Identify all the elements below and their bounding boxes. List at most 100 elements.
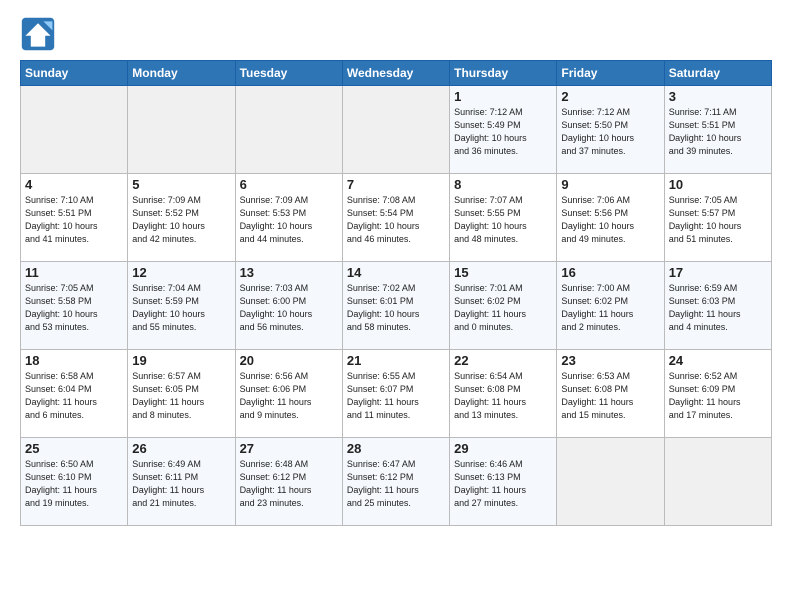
day-info: Sunrise: 7:09 AMSunset: 5:53 PMDaylight:… bbox=[240, 194, 338, 246]
calendar-cell: 26 Sunrise: 6:49 AMSunset: 6:11 PMDayligh… bbox=[128, 438, 235, 526]
calendar-week-row: 4 Sunrise: 7:10 AMSunset: 5:51 PMDaylight… bbox=[21, 174, 772, 262]
calendar-cell: 5 Sunrise: 7:09 AMSunset: 5:52 PMDaylight… bbox=[128, 174, 235, 262]
day-number: 6 bbox=[240, 177, 338, 192]
day-info: Sunrise: 7:12 AMSunset: 5:50 PMDaylight:… bbox=[561, 106, 659, 158]
calendar-cell: 15 Sunrise: 7:01 AMSunset: 6:02 PMDayligh… bbox=[450, 262, 557, 350]
day-info: Sunrise: 7:12 AMSunset: 5:49 PMDaylight:… bbox=[454, 106, 552, 158]
day-number: 16 bbox=[561, 265, 659, 280]
day-info: Sunrise: 6:47 AMSunset: 6:12 PMDaylight:… bbox=[347, 458, 445, 510]
day-header-tuesday: Tuesday bbox=[235, 61, 342, 86]
calendar-cell bbox=[235, 86, 342, 174]
day-number: 2 bbox=[561, 89, 659, 104]
calendar-cell: 23 Sunrise: 6:53 AMSunset: 6:08 PMDayligh… bbox=[557, 350, 664, 438]
day-number: 12 bbox=[132, 265, 230, 280]
calendar-cell: 8 Sunrise: 7:07 AMSunset: 5:55 PMDaylight… bbox=[450, 174, 557, 262]
day-info: Sunrise: 7:02 AMSunset: 6:01 PMDaylight:… bbox=[347, 282, 445, 334]
day-number: 13 bbox=[240, 265, 338, 280]
calendar-cell: 19 Sunrise: 6:57 AMSunset: 6:05 PMDayligh… bbox=[128, 350, 235, 438]
calendar-week-row: 18 Sunrise: 6:58 AMSunset: 6:04 PMDayligh… bbox=[21, 350, 772, 438]
day-number: 14 bbox=[347, 265, 445, 280]
day-number: 1 bbox=[454, 89, 552, 104]
page-header bbox=[20, 16, 772, 52]
calendar-header-row: SundayMondayTuesdayWednesdayThursdayFrid… bbox=[21, 61, 772, 86]
day-info: Sunrise: 7:04 AMSunset: 5:59 PMDaylight:… bbox=[132, 282, 230, 334]
day-number: 4 bbox=[25, 177, 123, 192]
day-number: 27 bbox=[240, 441, 338, 456]
calendar-week-row: 1 Sunrise: 7:12 AMSunset: 5:49 PMDaylight… bbox=[21, 86, 772, 174]
day-header-thursday: Thursday bbox=[450, 61, 557, 86]
calendar-cell: 13 Sunrise: 7:03 AMSunset: 6:00 PMDayligh… bbox=[235, 262, 342, 350]
calendar-cell: 10 Sunrise: 7:05 AMSunset: 5:57 PMDayligh… bbox=[664, 174, 771, 262]
calendar-week-row: 25 Sunrise: 6:50 AMSunset: 6:10 PMDayligh… bbox=[21, 438, 772, 526]
day-number: 7 bbox=[347, 177, 445, 192]
calendar-cell: 29 Sunrise: 6:46 AMSunset: 6:13 PMDayligh… bbox=[450, 438, 557, 526]
calendar-cell: 12 Sunrise: 7:04 AMSunset: 5:59 PMDayligh… bbox=[128, 262, 235, 350]
calendar-cell bbox=[128, 86, 235, 174]
day-info: Sunrise: 6:59 AMSunset: 6:03 PMDaylight:… bbox=[669, 282, 767, 334]
calendar-cell: 9 Sunrise: 7:06 AMSunset: 5:56 PMDaylight… bbox=[557, 174, 664, 262]
calendar-cell: 4 Sunrise: 7:10 AMSunset: 5:51 PMDaylight… bbox=[21, 174, 128, 262]
day-number: 20 bbox=[240, 353, 338, 368]
day-number: 22 bbox=[454, 353, 552, 368]
calendar-cell bbox=[342, 86, 449, 174]
day-header-friday: Friday bbox=[557, 61, 664, 86]
day-info: Sunrise: 6:54 AMSunset: 6:08 PMDaylight:… bbox=[454, 370, 552, 422]
day-number: 9 bbox=[561, 177, 659, 192]
logo bbox=[20, 16, 62, 52]
day-info: Sunrise: 6:48 AMSunset: 6:12 PMDaylight:… bbox=[240, 458, 338, 510]
day-info: Sunrise: 6:46 AMSunset: 6:13 PMDaylight:… bbox=[454, 458, 552, 510]
day-info: Sunrise: 7:06 AMSunset: 5:56 PMDaylight:… bbox=[561, 194, 659, 246]
logo-icon bbox=[20, 16, 56, 52]
day-info: Sunrise: 6:55 AMSunset: 6:07 PMDaylight:… bbox=[347, 370, 445, 422]
day-number: 8 bbox=[454, 177, 552, 192]
calendar-cell: 20 Sunrise: 6:56 AMSunset: 6:06 PMDayligh… bbox=[235, 350, 342, 438]
day-number: 25 bbox=[25, 441, 123, 456]
day-header-wednesday: Wednesday bbox=[342, 61, 449, 86]
day-info: Sunrise: 7:08 AMSunset: 5:54 PMDaylight:… bbox=[347, 194, 445, 246]
calendar-cell: 25 Sunrise: 6:50 AMSunset: 6:10 PMDayligh… bbox=[21, 438, 128, 526]
day-number: 29 bbox=[454, 441, 552, 456]
day-number: 10 bbox=[669, 177, 767, 192]
calendar-table: SundayMondayTuesdayWednesdayThursdayFrid… bbox=[20, 60, 772, 526]
day-info: Sunrise: 7:09 AMSunset: 5:52 PMDaylight:… bbox=[132, 194, 230, 246]
day-info: Sunrise: 6:58 AMSunset: 6:04 PMDaylight:… bbox=[25, 370, 123, 422]
day-info: Sunrise: 6:49 AMSunset: 6:11 PMDaylight:… bbox=[132, 458, 230, 510]
calendar-cell: 28Sunrise: 6:47 AMSunset: 6:12 PMDayligh… bbox=[342, 438, 449, 526]
day-header-sunday: Sunday bbox=[21, 61, 128, 86]
day-number: 23 bbox=[561, 353, 659, 368]
day-info: Sunrise: 7:10 AMSunset: 5:51 PMDaylight:… bbox=[25, 194, 123, 246]
day-info: Sunrise: 6:53 AMSunset: 6:08 PMDaylight:… bbox=[561, 370, 659, 422]
day-info: Sunrise: 7:01 AMSunset: 6:02 PMDaylight:… bbox=[454, 282, 552, 334]
day-number: 26 bbox=[132, 441, 230, 456]
day-info: Sunrise: 6:56 AMSunset: 6:06 PMDaylight:… bbox=[240, 370, 338, 422]
calendar-cell bbox=[21, 86, 128, 174]
day-number: 18 bbox=[25, 353, 123, 368]
day-info: Sunrise: 7:05 AMSunset: 5:57 PMDaylight:… bbox=[669, 194, 767, 246]
day-number: 5 bbox=[132, 177, 230, 192]
calendar-cell: 18 Sunrise: 6:58 AMSunset: 6:04 PMDayligh… bbox=[21, 350, 128, 438]
calendar-cell bbox=[557, 438, 664, 526]
day-info: Sunrise: 7:05 AMSunset: 5:58 PMDaylight:… bbox=[25, 282, 123, 334]
day-header-monday: Monday bbox=[128, 61, 235, 86]
calendar-week-row: 11 Sunrise: 7:05 AMSunset: 5:58 PMDayligh… bbox=[21, 262, 772, 350]
day-info: Sunrise: 6:50 AMSunset: 6:10 PMDaylight:… bbox=[25, 458, 123, 510]
calendar-cell: 24Sunrise: 6:52 AMSunset: 6:09 PMDayligh… bbox=[664, 350, 771, 438]
calendar-cell bbox=[664, 438, 771, 526]
day-number: 24 bbox=[669, 353, 767, 368]
calendar-cell: 27 Sunrise: 6:48 AMSunset: 6:12 PMDayligh… bbox=[235, 438, 342, 526]
calendar-cell: 17 Sunrise: 6:59 AMSunset: 6:03 PMDayligh… bbox=[664, 262, 771, 350]
calendar-cell: 21Sunrise: 6:55 AMSunset: 6:07 PMDayligh… bbox=[342, 350, 449, 438]
calendar-cell: 14 Sunrise: 7:02 AMSunset: 6:01 PMDayligh… bbox=[342, 262, 449, 350]
day-number: 15 bbox=[454, 265, 552, 280]
day-info: Sunrise: 7:11 AMSunset: 5:51 PMDaylight:… bbox=[669, 106, 767, 158]
calendar-cell: 7 Sunrise: 7:08 AMSunset: 5:54 PMDaylight… bbox=[342, 174, 449, 262]
day-number: 17 bbox=[669, 265, 767, 280]
day-number: 19 bbox=[132, 353, 230, 368]
day-info: Sunrise: 7:07 AMSunset: 5:55 PMDaylight:… bbox=[454, 194, 552, 246]
day-info: Sunrise: 7:03 AMSunset: 6:00 PMDaylight:… bbox=[240, 282, 338, 334]
day-number: 11 bbox=[25, 265, 123, 280]
day-info: Sunrise: 6:57 AMSunset: 6:05 PMDaylight:… bbox=[132, 370, 230, 422]
calendar-cell: 6 Sunrise: 7:09 AMSunset: 5:53 PMDaylight… bbox=[235, 174, 342, 262]
calendar-cell: 16 Sunrise: 7:00 AMSunset: 6:02 PMDayligh… bbox=[557, 262, 664, 350]
day-info: Sunrise: 7:00 AMSunset: 6:02 PMDaylight:… bbox=[561, 282, 659, 334]
